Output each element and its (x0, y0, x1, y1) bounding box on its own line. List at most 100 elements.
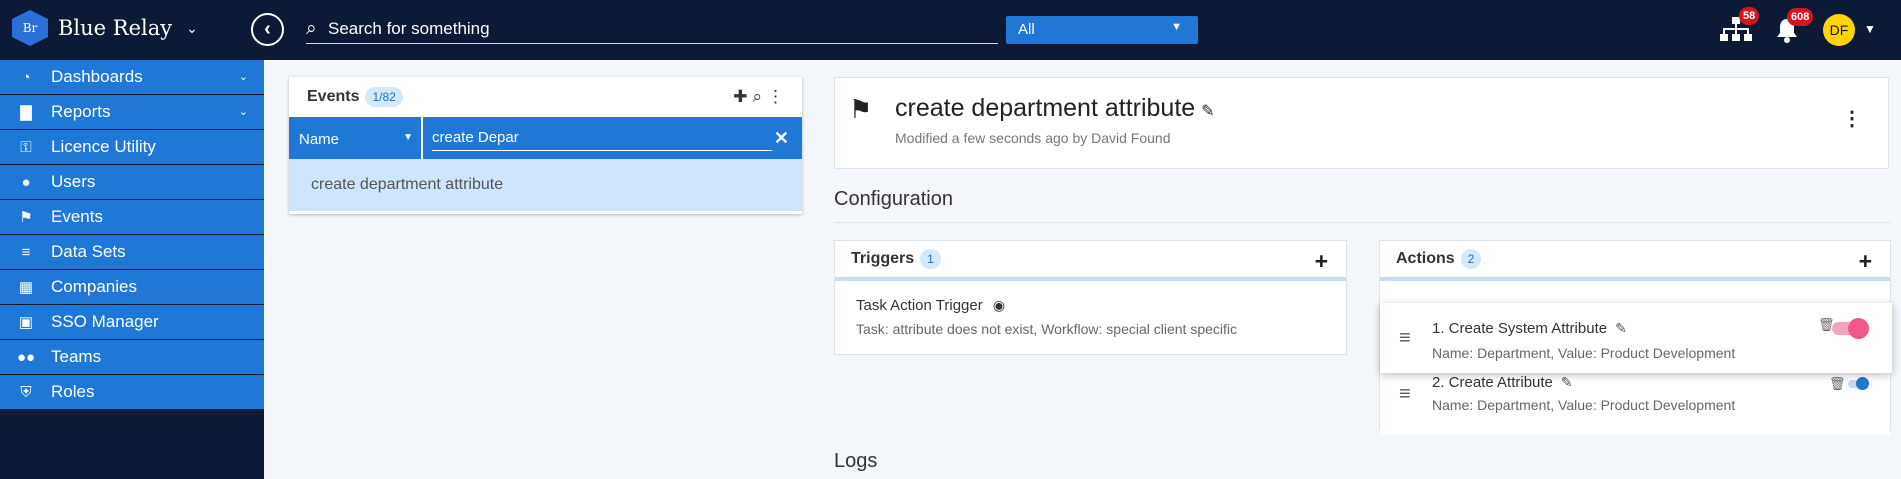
brand-menu[interactable]: Br Blue Relay ⌄ (12, 10, 198, 46)
trash-icon[interactable]: 🗑 (1829, 376, 1846, 392)
trigger-name: Task Action Trigger (856, 297, 983, 314)
sidebar-item-licence-utility[interactable]: ⚿ Licence Utility (0, 130, 264, 165)
bar-chart-icon: ▇ (20, 104, 32, 121)
gauge-icon: ◔ (21, 68, 31, 86)
notifications-badge: 608 (1787, 8, 1814, 26)
sidebar-item-reports[interactable]: ▇ Reports ⌄ (0, 95, 264, 130)
sidebar-item-label: Dashboards (51, 67, 143, 86)
sidebar-item-companies[interactable]: ▦ Companies (0, 270, 264, 305)
users-icon: ●● (16, 348, 36, 366)
filter-field-value: Name (299, 131, 340, 148)
sidebar-item-users[interactable]: ● Users (0, 165, 264, 200)
brand-logo: Br (12, 10, 48, 46)
chevron-down-icon: ⌄ (238, 106, 248, 118)
search-scope-select[interactable]: All ▼ (1006, 16, 1198, 44)
modified-info: Modified a few seconds ago by David Foun… (895, 130, 1171, 146)
top-bar: Br Blue Relay ⌄ ‹ ⌕ All ▼ 58 608 DF ▼ (0, 0, 1901, 60)
sidebar-item-roles[interactable]: ⛨ Roles (0, 375, 264, 410)
sidebar-item-sso-manager[interactable]: ▣ SSO Manager (0, 305, 264, 340)
events-panel-header: Events 1/82 ✚ ⌕ ⋮ (289, 77, 802, 117)
event-header-card: ⚑ create department attribute ✎ Modified … (834, 77, 1889, 169)
configuration-heading: Configuration (834, 188, 953, 210)
caret-down-icon: ▼ (403, 132, 413, 143)
divider (834, 222, 1891, 223)
add-action-button[interactable]: + (1859, 248, 1872, 275)
key-icon: ⚿ (20, 138, 32, 156)
chevron-down-icon: ⌄ (186, 19, 198, 36)
clear-filter-icon[interactable]: ✕ (774, 128, 789, 149)
sidebar-item-label: Licence Utility (51, 137, 156, 156)
sidebar-item-events[interactable]: ⚑ Events (0, 200, 264, 235)
triggers-header: Triggers 1 + (835, 241, 1346, 281)
checkered-flag-icon: ⚑ (849, 94, 873, 124)
triggers-card: Triggers 1 + Task Action Trigger ◉ Task:… (834, 240, 1347, 355)
search-icon[interactable]: ⌕ (752, 87, 762, 107)
action-description: Name: Department, Value: Product Develop… (1432, 345, 1736, 361)
database-icon: ≡ (21, 243, 31, 261)
drag-handle-icon[interactable]: ≡ (1399, 383, 1411, 406)
eye-icon[interactable]: ◉ (993, 297, 1005, 313)
id-badge-icon: ▣ (18, 314, 34, 331)
user-icon: ● (21, 173, 31, 191)
pencil-icon[interactable]: ✎ (1561, 374, 1573, 390)
add-icon[interactable]: ✚ (733, 87, 747, 107)
sidebar-item-teams[interactable]: ●● Teams (0, 340, 264, 375)
triggers-count-badge: 1 (920, 249, 941, 269)
sidebar-item-label: Roles (51, 382, 95, 401)
page-title: create department attribute ✎ (895, 94, 1215, 123)
caret-down-icon[interactable]: ▼ (1864, 22, 1876, 36)
list-item[interactable]: ≡ 2. Create Attribute ✎ Name: Department,… (1380, 371, 1890, 435)
sidebar-item-label: Companies (51, 277, 137, 296)
avatar[interactable]: DF (1823, 14, 1855, 46)
brand-name: Blue Relay (58, 16, 173, 40)
search-icon: ⌕ (306, 17, 317, 39)
list-item[interactable]: ≡ 1. Create System Attribute ✎ Name: Depa… (1380, 303, 1892, 373)
org-chart-button[interactable]: 58 (1719, 7, 1760, 51)
search-input[interactable] (328, 18, 978, 39)
filter-value-input[interactable]: create Depar (432, 125, 772, 151)
list-item[interactable]: create department attribute (289, 159, 802, 211)
search-bar: ⌕ (306, 14, 998, 44)
drag-handle-icon[interactable]: ≡ (1399, 327, 1411, 350)
events-count-badge: 1/82 (365, 87, 403, 107)
sidebar-item-label: Data Sets (51, 242, 126, 261)
trigger-item[interactable]: Task Action Trigger ◉ (856, 297, 1005, 314)
actions-header: Actions 2 + (1380, 241, 1890, 281)
action-name: 2. Create Attribute (1432, 374, 1553, 391)
add-trigger-button[interactable]: + (1315, 248, 1328, 275)
caret-down-icon: ▼ (1171, 21, 1182, 33)
actions-count-badge: 2 (1460, 249, 1482, 269)
action-enabled-toggle[interactable] (1848, 377, 1869, 390)
pencil-icon[interactable]: ✎ (1201, 103, 1214, 120)
events-filter-bar: Name ▼ create Depar ✕ (289, 117, 802, 159)
search-scope-value: All (1018, 21, 1035, 38)
sidebar-item-label: Users (51, 172, 96, 191)
action-name: 1. Create System Attribute (1432, 320, 1608, 337)
sidebar-item-label: Teams (51, 347, 102, 366)
pencil-icon[interactable]: ✎ (1615, 320, 1627, 336)
event-title: create department attribute (895, 94, 1196, 122)
action-description: Name: Department, Value: Product Develop… (1432, 397, 1736, 413)
logs-heading: Logs (834, 450, 878, 472)
events-panel: Events 1/82 ✚ ⌕ ⋮ Name ▼ create Depar ✕ … (289, 77, 802, 214)
triggers-title: Triggers (851, 250, 915, 267)
notifications-button[interactable]: 608 (1775, 8, 1814, 50)
filter-field-select[interactable]: Name ▼ (289, 117, 423, 159)
sidebar-item-label: SSO Manager (51, 312, 159, 331)
actions-title: Actions (1396, 250, 1455, 267)
shield-icon: ⛨ (20, 383, 32, 401)
sidebar-item-label: Events (51, 207, 103, 226)
more-vertical-icon[interactable]: ⋮ (1842, 106, 1862, 131)
trigger-description: Task: attribute does not exist, Workflow… (856, 321, 1238, 337)
sidebar-item-label: Reports (51, 102, 111, 121)
more-vertical-icon[interactable]: ⋮ (767, 87, 784, 107)
chevron-down-icon: ⌄ (238, 71, 248, 83)
org-count-badge: 58 (1739, 7, 1760, 25)
sidebar: ◔ Dashboards ⌄ ▇ Reports ⌄ ⚿ Licence Uti… (0, 60, 264, 479)
events-panel-title: Events (307, 88, 360, 105)
toggle-knob (1848, 318, 1869, 339)
action-enabled-toggle[interactable] (1832, 318, 1869, 339)
collapse-sidebar-button[interactable]: ‹ (251, 13, 284, 46)
sidebar-item-dashboards[interactable]: ◔ Dashboards ⌄ (0, 60, 264, 95)
sidebar-item-data-sets[interactable]: ≡ Data Sets (0, 235, 264, 270)
